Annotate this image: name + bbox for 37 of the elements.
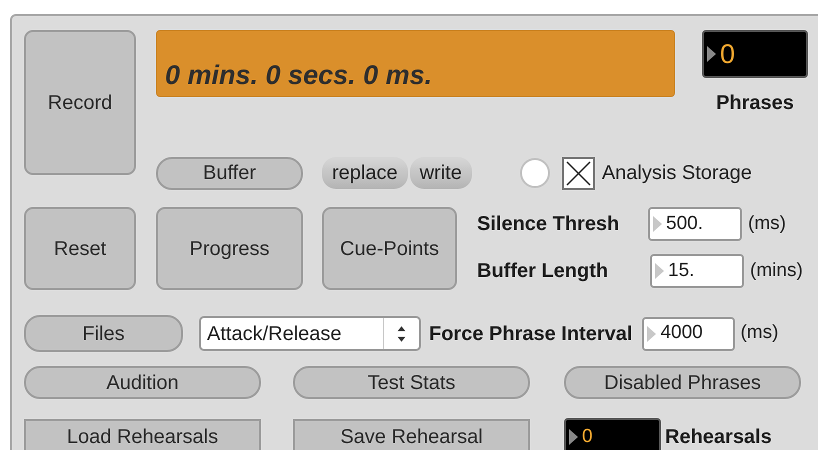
triangle-icon xyxy=(655,263,664,279)
checkbox-label: Analysis Storage xyxy=(602,161,752,186)
rehearsal-button[interactable]: Load Rehearsals xyxy=(24,419,261,450)
rehearsals-counter[interactable]: 0 xyxy=(564,418,661,450)
files-button[interactable]: Files xyxy=(24,315,183,352)
rehearsals-label: Rehearsals xyxy=(665,425,772,450)
rehearsal-button[interactable]: Save Rehearsal xyxy=(293,419,530,450)
unit-label: (ms) xyxy=(748,212,786,236)
interval-field[interactable]: 4000 xyxy=(642,316,736,350)
pill-button[interactable]: Audition xyxy=(24,366,261,399)
unit-label: (mins) xyxy=(750,258,803,283)
interval-label: Force Phrase Interval xyxy=(429,322,632,346)
pill-button[interactable]: Disabled Phrases xyxy=(564,366,801,399)
action-button[interactable]: Reset xyxy=(24,207,136,290)
setting-field[interactable]: 500. xyxy=(648,207,742,241)
triangle-icon xyxy=(707,46,716,62)
setting-field[interactable]: 15. xyxy=(650,254,744,288)
setting-label: Silence Thresh xyxy=(477,212,620,237)
unit-label: (ms) xyxy=(740,321,778,346)
action-button[interactable]: Cue-Points xyxy=(322,207,457,290)
triangle-icon xyxy=(569,429,578,445)
checkbox[interactable] xyxy=(562,156,595,190)
radio-button[interactable] xyxy=(520,158,550,188)
setting-label: Buffer Length xyxy=(477,259,610,284)
action-button[interactable]: Progress xyxy=(156,207,303,290)
mode-button[interactable]: replace xyxy=(322,157,408,189)
record-button[interactable]: Record xyxy=(24,30,136,175)
phrases-counter[interactable]: 0 xyxy=(702,30,808,78)
mode-button[interactable]: write xyxy=(410,157,472,189)
timer-display: 0 mins. 0 secs. 0 ms. xyxy=(156,30,675,97)
pill-button[interactable]: Test Stats xyxy=(293,366,530,399)
mode-dropdown[interactable]: Attack/Release xyxy=(199,316,421,351)
phrases-label: Phrases xyxy=(716,91,794,116)
dropdown-value: Attack/Release xyxy=(207,322,342,346)
buffer-button[interactable]: Buffer xyxy=(156,156,303,190)
triangle-icon xyxy=(653,216,662,232)
triangle-icon xyxy=(647,326,656,342)
